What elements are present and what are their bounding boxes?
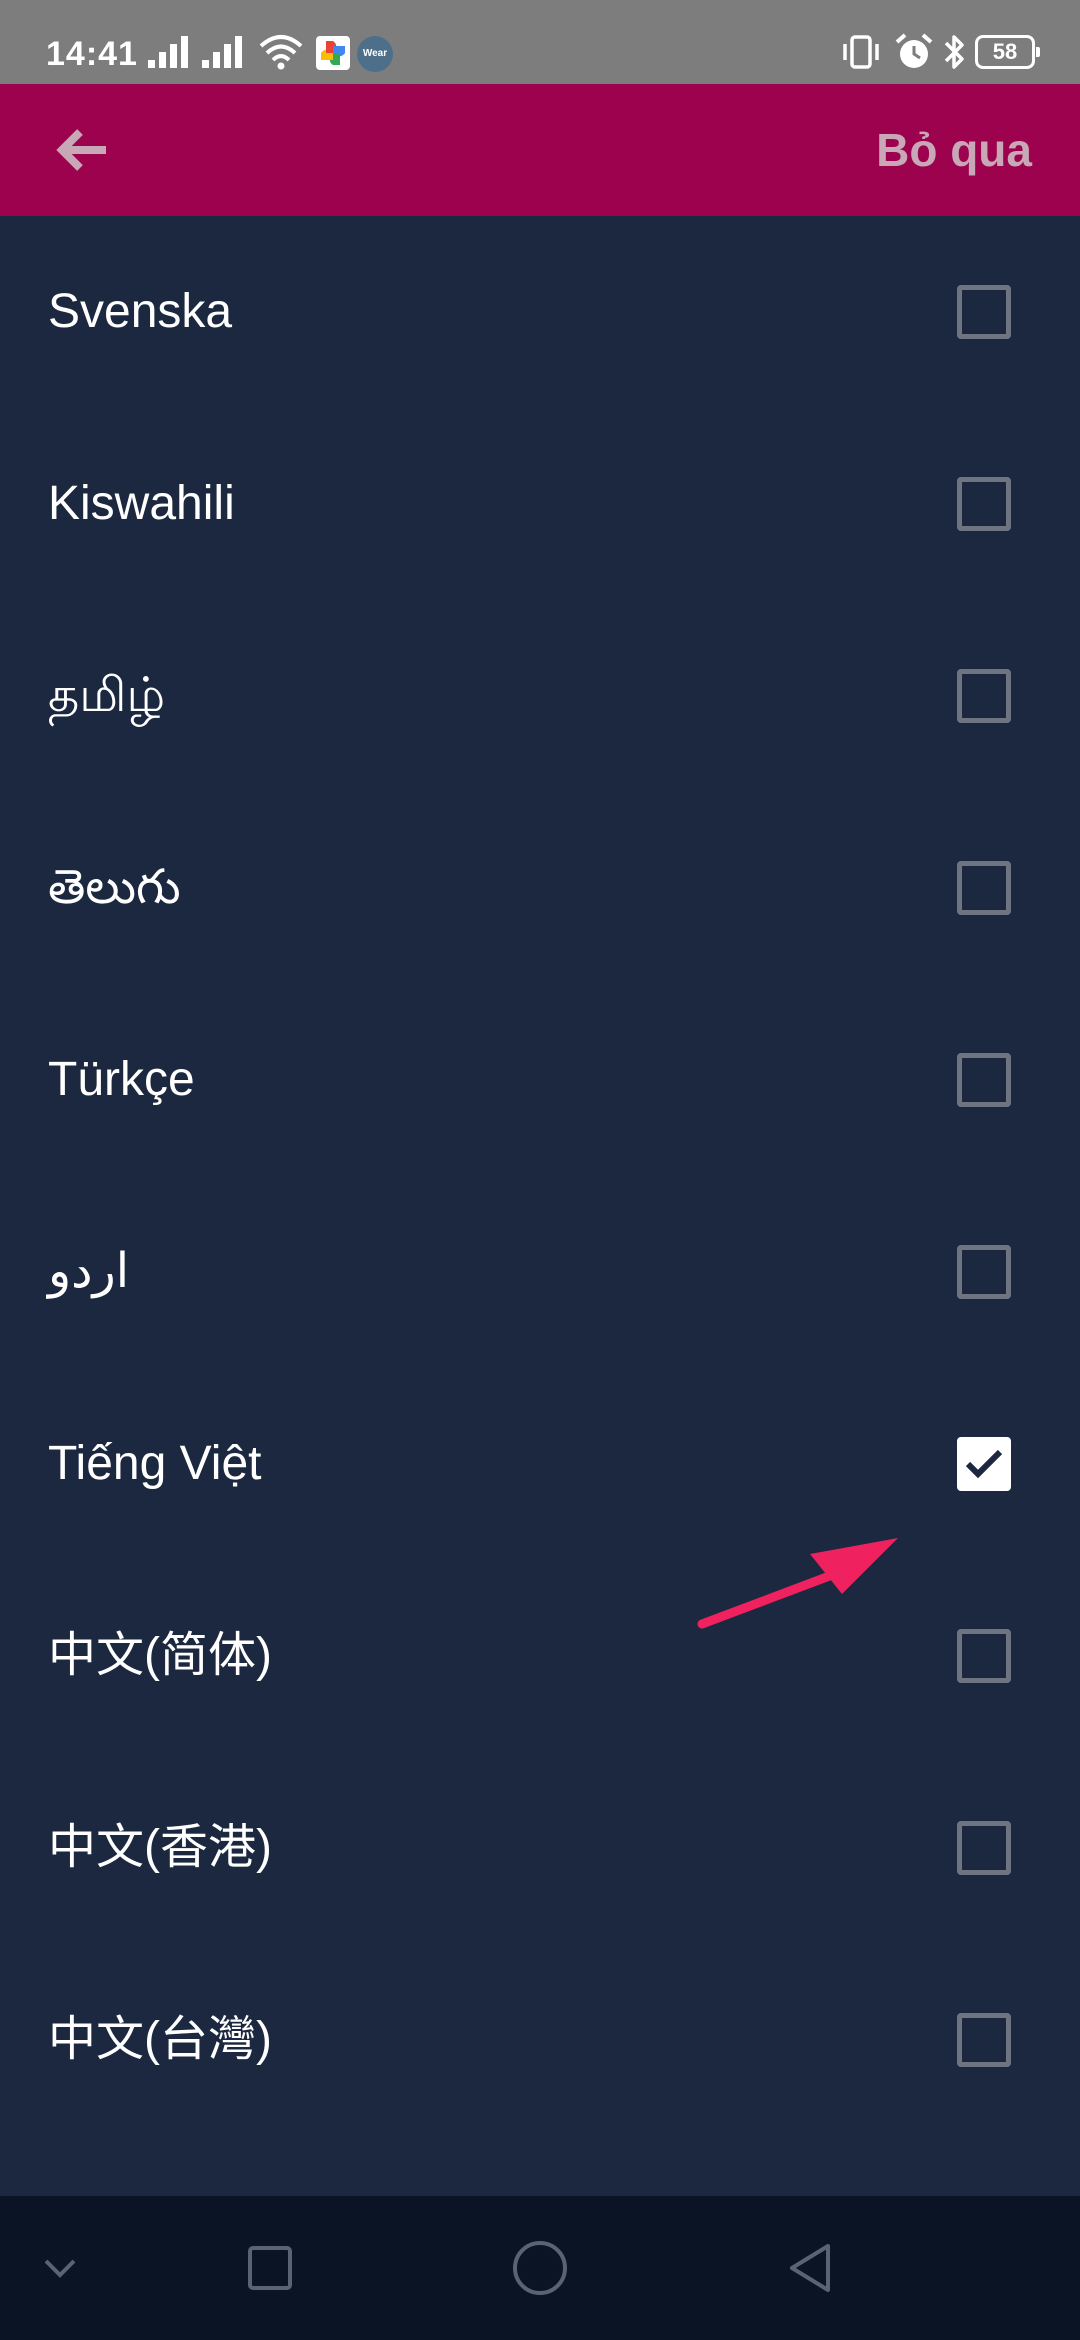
checkbox[interactable] (957, 669, 1011, 723)
status-bar: 14:41 Wear 58 (0, 0, 1080, 84)
language-row-vietnamese[interactable]: Tiếng Việt (0, 1368, 1080, 1560)
nav-back-button[interactable] (770, 2196, 850, 2340)
nav-recent-apps-button[interactable] (230, 2196, 310, 2340)
language-label: 中文(台灣) (48, 2013, 272, 2066)
checkbox[interactable] (957, 1629, 1011, 1683)
language-label: తెలుగు (48, 861, 181, 914)
language-label: Türkçe (48, 1053, 195, 1106)
checkbox[interactable] (957, 861, 1011, 915)
language-label: Kiswahili (48, 477, 235, 530)
signal-icon (202, 36, 242, 68)
chevron-down-icon (44, 2259, 76, 2278)
navigation-bar (0, 2196, 1080, 2340)
language-row-kiswahili[interactable]: Kiswahili (0, 408, 1080, 600)
language-row-tamil[interactable]: தமிழ் (0, 600, 1080, 792)
language-label: 中文(香港) (48, 1821, 272, 1874)
nav-collapse-button[interactable] (20, 2196, 100, 2340)
alarm-icon (895, 33, 933, 68)
vibrate-icon (843, 35, 879, 69)
recent-apps-icon (248, 2246, 292, 2290)
back-button[interactable] (46, 114, 118, 186)
language-row-svenska[interactable]: Svenska (0, 216, 1080, 408)
checkbox[interactable] (957, 2013, 1011, 2067)
language-label: தமிழ் (48, 669, 166, 722)
checkbox-checked[interactable] (957, 1437, 1011, 1491)
checkbox[interactable] (957, 1821, 1011, 1875)
language-label: Svenska (48, 285, 233, 338)
back-icon (790, 2244, 830, 2292)
google-photos-icon (316, 36, 350, 70)
checkbox[interactable] (957, 285, 1011, 339)
skip-button[interactable]: Bỏ qua (876, 84, 1032, 216)
language-row-telugu[interactable]: తెలుగు (0, 792, 1080, 984)
checkbox[interactable] (957, 1245, 1011, 1299)
checkbox[interactable] (957, 1053, 1011, 1107)
checkmark-icon (965, 1449, 1003, 1479)
arrow-left-icon (56, 129, 106, 171)
checkbox[interactable] (957, 477, 1011, 531)
language-label: Tiếng Việt (48, 1437, 262, 1490)
language-label: اردو (48, 1245, 130, 1298)
battery-icon: 58 (975, 35, 1040, 69)
app-bar: Bỏ qua (0, 84, 1080, 216)
wifi-icon (259, 35, 303, 70)
language-row-turkish[interactable]: Türkçe (0, 984, 1080, 1176)
annotation-arrow-icon (697, 1538, 898, 1629)
home-icon (513, 2241, 567, 2295)
language-label: 中文(简体) (48, 1629, 272, 1682)
signal-icon (148, 36, 188, 68)
bluetooth-icon (944, 35, 964, 69)
language-row-urdu[interactable]: اردو (0, 1176, 1080, 1368)
language-row-chinese-taiwan[interactable]: 中文(台灣) (0, 1944, 1080, 2136)
nav-home-button[interactable] (500, 2196, 580, 2340)
language-row-chinese-simplified[interactable]: 中文(简体) (0, 1560, 1080, 1752)
wear-os-icon: Wear (357, 36, 393, 72)
language-row-chinese-hongkong[interactable]: 中文(香港) (0, 1752, 1080, 1944)
status-time: 14:41 (46, 35, 138, 73)
